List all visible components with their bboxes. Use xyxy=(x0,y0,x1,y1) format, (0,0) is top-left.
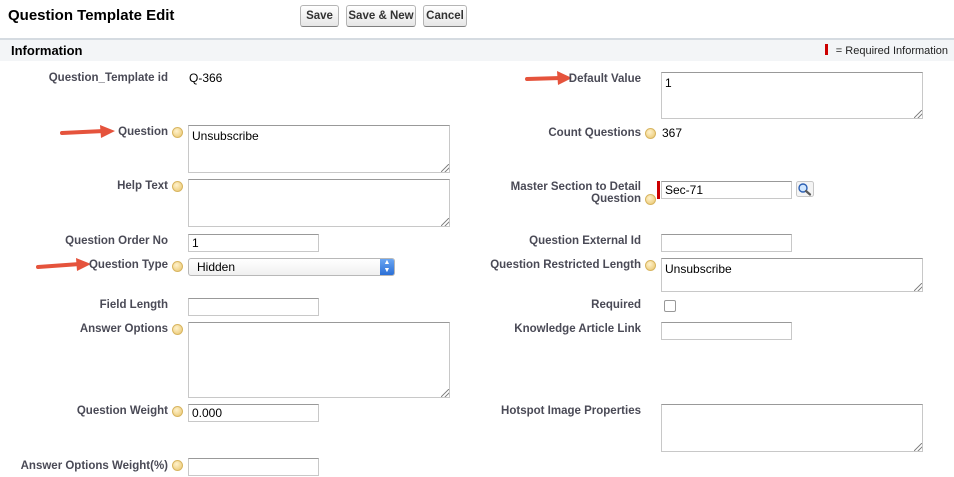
required-legend-text: = Required Information xyxy=(835,45,948,57)
resize-grip-icon[interactable] xyxy=(914,283,922,291)
hotspot-textarea[interactable] xyxy=(661,404,923,452)
save-and-new-button[interactable]: Save & New xyxy=(346,5,416,27)
help-icon[interactable] xyxy=(172,406,183,417)
required-checkbox[interactable] xyxy=(664,300,676,312)
master-section-label-line2: Question xyxy=(591,193,641,205)
default-value-label: Default Value xyxy=(568,73,641,85)
help-text-label: Help Text xyxy=(117,180,168,192)
help-icon[interactable] xyxy=(645,128,656,139)
help-icon[interactable] xyxy=(172,181,183,192)
order-no-label: Question Order No xyxy=(65,235,168,247)
master-section-label-line1: Master Section to Detail xyxy=(510,181,641,193)
section-title: Information xyxy=(11,43,83,58)
annotation-arrow-icon xyxy=(60,125,115,138)
question-textarea-wrap: Unsubscribe xyxy=(188,125,450,173)
restricted-length-label: Question Restricted Length xyxy=(490,259,641,271)
help-icon[interactable] xyxy=(172,460,183,471)
annotation-arrow-icon xyxy=(36,258,91,271)
question-label: Question xyxy=(118,126,168,138)
resize-grip-icon[interactable] xyxy=(441,218,449,226)
external-id-input[interactable] xyxy=(661,234,792,252)
required-legend: = Required Information xyxy=(824,44,948,57)
select-arrow-icon[interactable]: ▲ ▼ xyxy=(380,259,394,275)
answer-options-textarea[interactable] xyxy=(188,322,450,398)
restricted-length-textarea-wrap: Unsubscribe xyxy=(661,258,923,292)
order-no-input[interactable] xyxy=(188,234,319,252)
help-text-textarea-wrap xyxy=(188,179,450,227)
resize-grip-icon[interactable] xyxy=(914,443,922,451)
question-type-select[interactable]: Hidden ▲ ▼ xyxy=(188,258,395,276)
template-id-value: Q-366 xyxy=(189,71,223,85)
count-questions-value: 367 xyxy=(662,126,683,140)
required-indicator xyxy=(824,44,828,55)
count-questions-label: Count Questions xyxy=(548,127,641,139)
answer-options-label: Answer Options xyxy=(79,323,168,335)
hotspot-textarea-wrap xyxy=(661,404,923,452)
required-indicator xyxy=(657,181,660,199)
resize-grip-icon[interactable] xyxy=(441,389,449,397)
resize-grip-icon[interactable] xyxy=(441,164,449,172)
hotspot-label: Hotspot Image Properties xyxy=(501,405,641,417)
page-title: Question Template Edit xyxy=(8,7,175,24)
answer-options-textarea-wrap xyxy=(188,322,450,398)
question-type-selected-value: Hidden xyxy=(197,260,236,274)
master-section-input[interactable] xyxy=(661,181,792,199)
cancel-button[interactable]: Cancel xyxy=(423,5,467,27)
restricted-length-textarea[interactable]: Unsubscribe xyxy=(661,258,923,292)
external-id-label: Question External Id xyxy=(529,235,641,247)
question-type-label: Question Type xyxy=(88,259,168,271)
master-section-label: Master Section to Detail Question xyxy=(511,181,641,205)
knowledge-link-label: Knowledge Article Link xyxy=(514,323,641,335)
annotation-arrow-icon xyxy=(525,71,572,85)
field-length-label: Field Length xyxy=(99,299,168,311)
template-id-label: Question_Template id xyxy=(48,72,168,84)
help-icon[interactable] xyxy=(645,194,656,205)
field-length-input[interactable] xyxy=(188,298,319,316)
required-label: Required xyxy=(591,299,641,311)
help-icon[interactable] xyxy=(645,260,656,271)
answer-options-weight-label: Answer Options Weight(%) xyxy=(20,460,168,472)
lookup-icon[interactable] xyxy=(796,181,814,197)
knowledge-link-input[interactable] xyxy=(661,322,792,340)
question-weight-label: Question Weight xyxy=(76,405,168,417)
save-button[interactable]: Save xyxy=(300,5,339,27)
help-icon[interactable] xyxy=(172,261,183,272)
default-value-textarea[interactable]: 1 xyxy=(661,72,923,119)
help-text-textarea[interactable] xyxy=(188,179,450,227)
answer-options-weight-input[interactable] xyxy=(188,458,319,476)
default-value-textarea-wrap: 1 xyxy=(661,72,923,119)
section-header: Information = Required Information xyxy=(0,38,954,61)
question-weight-input[interactable] xyxy=(188,404,319,422)
help-icon[interactable] xyxy=(172,127,183,138)
question-textarea[interactable]: Unsubscribe xyxy=(188,125,450,173)
help-icon[interactable] xyxy=(172,324,183,335)
resize-grip-icon[interactable] xyxy=(914,110,922,118)
